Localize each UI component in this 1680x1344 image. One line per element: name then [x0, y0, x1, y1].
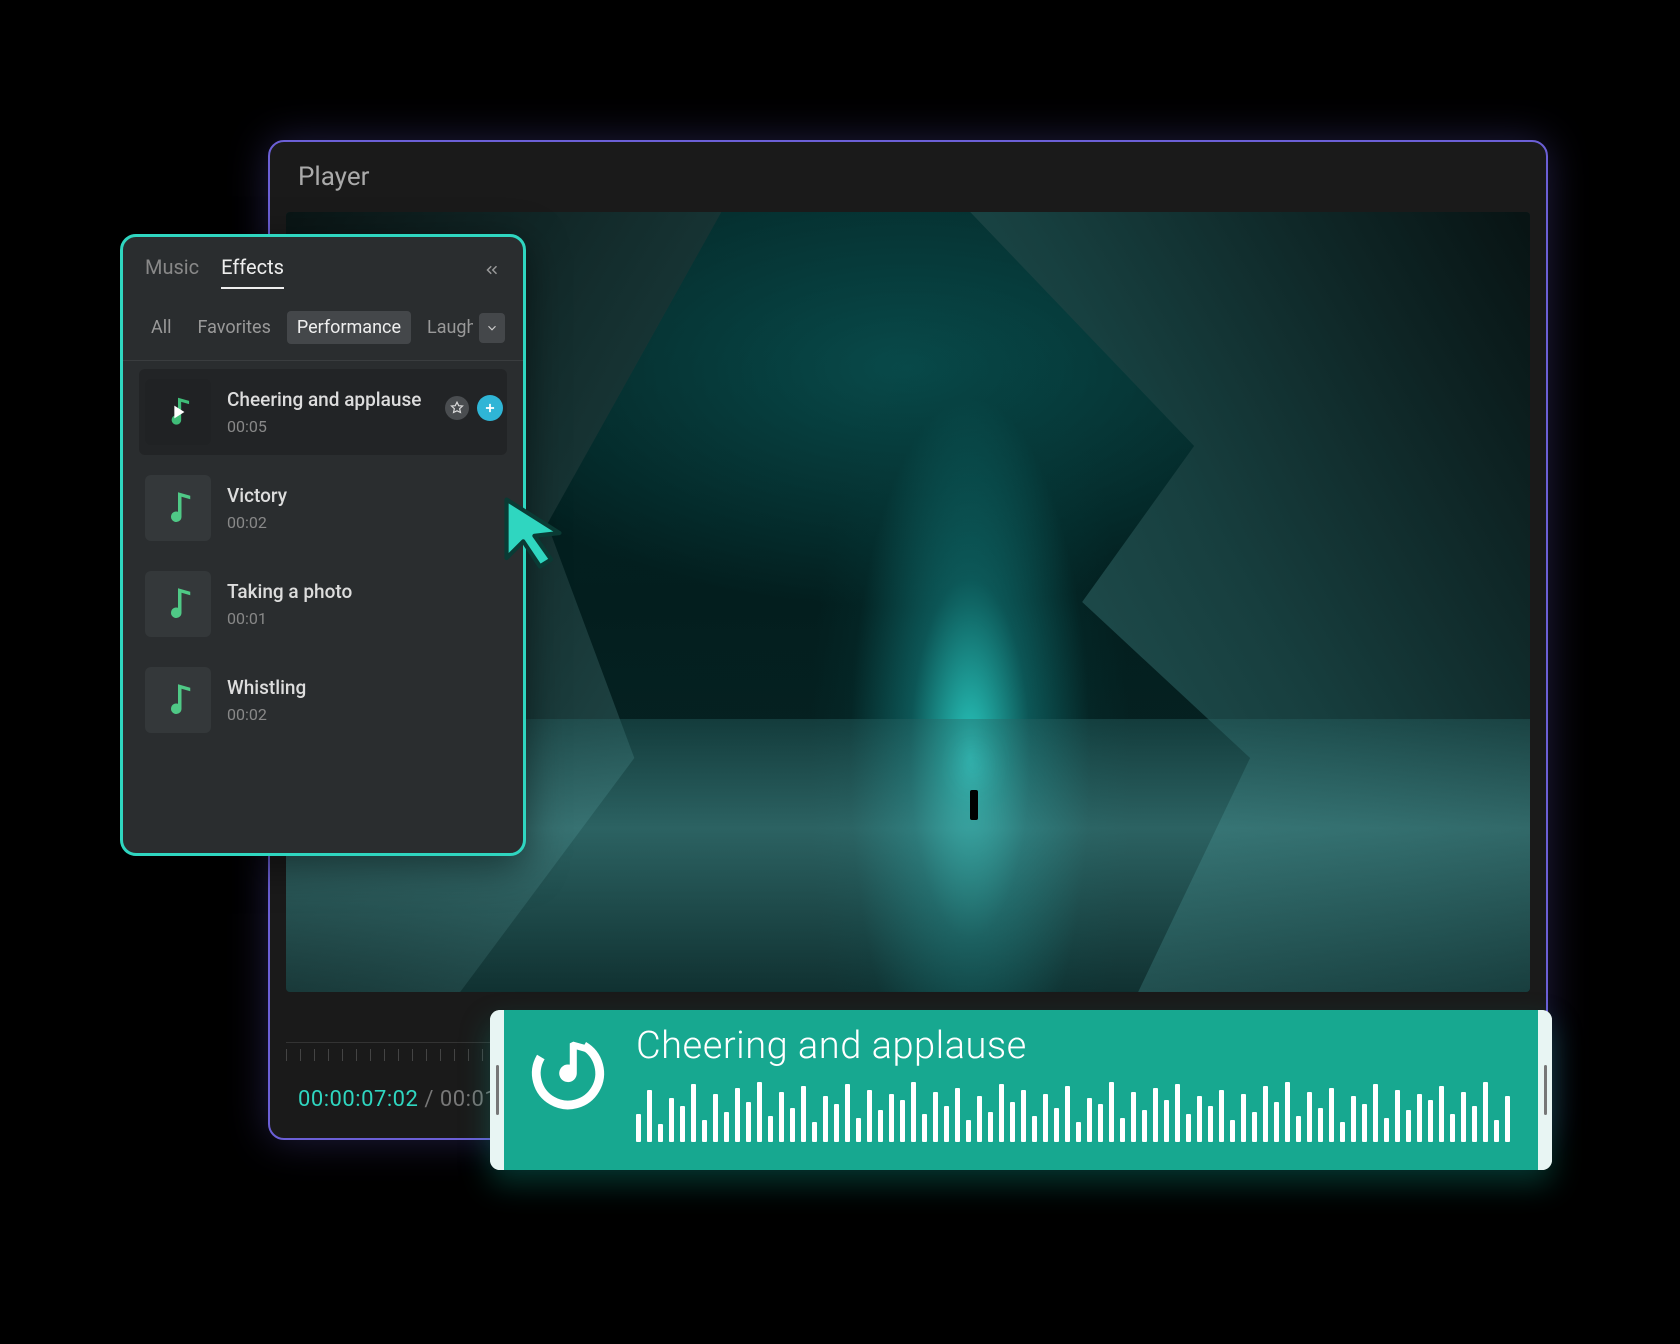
music-note-icon	[157, 583, 199, 625]
effect-thumbnail[interactable]	[145, 475, 211, 541]
filter-row: All Favorites Performance Laugh	[123, 297, 523, 361]
favorite-button[interactable]	[445, 396, 469, 420]
star-icon	[450, 401, 464, 415]
player-title: Player	[270, 142, 1546, 212]
video-decoration	[970, 790, 978, 820]
effect-duration: 00:01	[227, 609, 501, 628]
effect-name: Whistling	[227, 676, 501, 699]
effects-panel: Music Effects All Favorites Performance …	[120, 234, 526, 856]
timeline-clip[interactable]: Cheering and applause	[490, 1010, 1552, 1170]
list-item[interactable]: Victory 00:02	[139, 465, 507, 551]
chevron-double-left-icon[interactable]	[483, 261, 501, 284]
clip-title: Cheering and applause	[636, 1024, 1518, 1068]
clip-handle-right[interactable]	[1538, 1010, 1552, 1170]
effect-thumbnail[interactable]	[145, 571, 211, 637]
music-note-icon	[157, 679, 199, 721]
tab-effects[interactable]: Effects	[221, 255, 284, 289]
waveform	[636, 1080, 1518, 1142]
list-item[interactable]: Taking a photo 00:01	[139, 561, 507, 647]
effect-thumbnail[interactable]	[145, 667, 211, 733]
add-effect-button[interactable]	[477, 395, 503, 421]
music-note-icon	[157, 487, 199, 529]
list-item[interactable]: Whistling 00:02	[139, 657, 507, 743]
clip-handle-left[interactable]	[490, 1010, 504, 1170]
filter-favorites[interactable]: Favorites	[188, 311, 281, 344]
timecode-sep: /	[424, 1087, 440, 1112]
effect-list: Cheering and applause 00:05 Victory 00:0…	[123, 361, 523, 761]
plus-icon	[483, 401, 497, 415]
effect-duration: 00:02	[227, 513, 501, 532]
clip-body: Cheering and applause	[504, 1010, 1538, 1170]
chevron-down-icon[interactable]	[479, 313, 505, 343]
tab-music[interactable]: Music	[145, 255, 199, 289]
effect-name: Victory	[227, 484, 501, 507]
effect-thumbnail[interactable]	[145, 379, 211, 445]
effect-name: Taking a photo	[227, 580, 501, 603]
filter-laugh[interactable]: Laugh	[417, 311, 473, 344]
effect-duration: 00:02	[227, 705, 501, 724]
music-disc-icon	[524, 1024, 612, 1112]
timecode-current: 00:00:07:02	[298, 1087, 418, 1112]
play-icon	[167, 401, 189, 423]
filter-all[interactable]: All	[141, 311, 182, 344]
filter-performance[interactable]: Performance	[287, 311, 411, 344]
timecode: 00:00:07:02 / 00:01:2	[298, 1087, 516, 1112]
panel-tabs: Music Effects	[123, 237, 523, 297]
list-item[interactable]: Cheering and applause 00:05	[139, 369, 507, 455]
